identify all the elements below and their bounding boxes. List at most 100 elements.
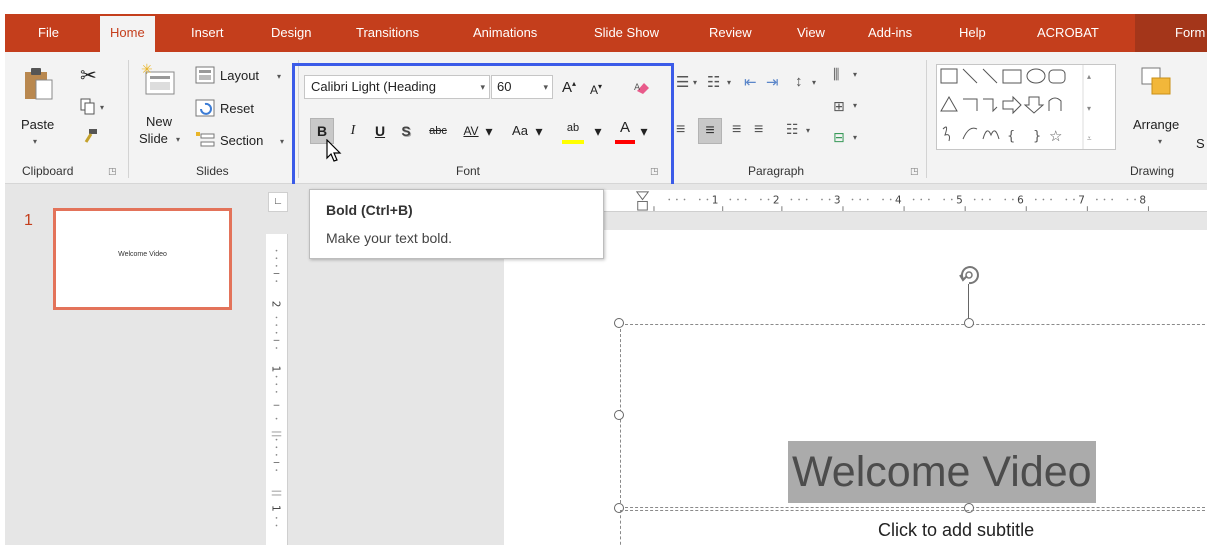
font-group-highlight (292, 63, 674, 190)
section-button[interactable]: Section (220, 133, 263, 148)
bullets-icon[interactable]: ☰ (676, 73, 689, 91)
slide-title-text[interactable]: Welcome Video (788, 441, 1096, 503)
tab-transitions[interactable]: Transitions (356, 14, 419, 52)
quick-styles-button[interactable]: S (1196, 136, 1205, 151)
powerpoint-window: File Home Insert Design Transitions Anim… (0, 0, 1207, 545)
smartart-icon[interactable]: ⊟ (833, 129, 845, 146)
vertical-ruler[interactable]: 2 1 1 (266, 234, 288, 545)
format-painter-icon[interactable] (82, 128, 98, 144)
paste-icon[interactable] (22, 66, 54, 100)
tab-format[interactable]: Form (1135, 14, 1207, 52)
ruler-tick-label: 2 (773, 194, 780, 206)
copy-dropdown-icon[interactable]: ▾ (100, 103, 104, 112)
slides-group-label: Slides (196, 164, 229, 178)
align-center-icon[interactable]: ≡ (698, 118, 722, 144)
new-slide-button-line2[interactable]: Slide (139, 131, 168, 146)
arrange-icon[interactable] (1140, 66, 1174, 98)
layout-icon[interactable] (195, 66, 215, 84)
numbering-icon[interactable]: ☷ (707, 73, 720, 91)
ribbon-tab-bar: File Home Insert Design Transitions Anim… (5, 14, 1207, 52)
tab-selector-icon[interactable]: ∟ (268, 192, 288, 212)
numbering-dropdown-icon[interactable]: ▾ (727, 78, 731, 87)
svg-text:▾: ▾ (1087, 104, 1091, 113)
align-text-icon[interactable]: ⊞ (833, 98, 845, 115)
tab-help[interactable]: Help (959, 14, 986, 52)
columns-dropdown-icon[interactable]: ▾ (806, 126, 810, 135)
tab-add-ins[interactable]: Add-ins (868, 14, 912, 52)
tab-file[interactable]: File (38, 14, 59, 52)
paste-dropdown-icon[interactable]: ▾ (33, 137, 37, 146)
ruler-tick-label: 1 (712, 194, 719, 206)
smartart-dropdown-icon[interactable]: ▾ (853, 133, 857, 142)
tooltip-title: Bold (Ctrl+B) (326, 202, 413, 218)
ruler-tick-label: 8 (1139, 194, 1146, 206)
left-indent-marker-icon[interactable] (637, 200, 648, 211)
copy-icon[interactable] (80, 98, 96, 116)
line-spacing-icon[interactable]: ↕ (795, 73, 803, 90)
resize-handle[interactable] (964, 318, 974, 328)
rotation-stem (968, 284, 969, 318)
text-direction-icon[interactable]: ⫼ (833, 66, 839, 83)
layout-button[interactable]: Layout (220, 68, 259, 83)
layout-dropdown-icon[interactable]: ▾ (277, 72, 281, 81)
reset-button[interactable]: Reset (220, 101, 254, 116)
tab-acrobat[interactable]: ACROBAT (1037, 14, 1099, 52)
svg-text:✳: ✳ (141, 62, 153, 78)
paragraph-group-label: Paragraph (748, 164, 805, 178)
first-line-indent-marker-icon[interactable] (635, 191, 650, 201)
new-slide-icon[interactable]: ✳ (140, 62, 176, 98)
subtitle-placeholder-text[interactable]: Click to add subtitle (878, 520, 1034, 541)
ruler-tick-label: 4 (895, 194, 902, 206)
tab-design[interactable]: Design (271, 14, 311, 52)
drawing-group-label: Drawing (1130, 164, 1175, 178)
text-direction-dropdown-icon[interactable]: ▾ (853, 70, 857, 79)
ruler-tick-label: 5 (956, 194, 963, 206)
resize-handle[interactable] (614, 410, 624, 420)
svg-text:{: { (1007, 129, 1015, 144)
section-icon[interactable] (195, 131, 215, 149)
ruler-tick-label: 7 (1078, 194, 1085, 206)
paste-button[interactable]: Paste (21, 117, 54, 132)
tab-review[interactable]: Review (709, 14, 752, 52)
new-slide-dropdown-icon[interactable]: ▾ (176, 135, 180, 144)
new-slide-button[interactable]: New (146, 114, 172, 129)
tooltip-description: Make your text bold. (326, 230, 453, 246)
increase-indent-icon[interactable]: ⇥ (766, 73, 779, 91)
clipboard-dialog-launcher-icon[interactable]: ◳ (108, 166, 117, 177)
svg-text:☆: ☆ (1049, 127, 1062, 145)
tab-view[interactable]: View (797, 14, 825, 52)
columns-icon[interactable]: ☷ (786, 121, 799, 138)
justify-icon[interactable]: ≡ (754, 121, 763, 139)
svg-text:⩡: ⩡ (1087, 134, 1092, 143)
align-text-dropdown-icon[interactable]: ▾ (853, 101, 857, 110)
resize-handle[interactable] (614, 318, 624, 328)
clipboard-group-label: Clipboard (22, 164, 74, 178)
rotate-handle-icon[interactable] (957, 263, 981, 287)
slide-number: 1 (24, 212, 33, 229)
arrange-button[interactable]: Arrange (1133, 117, 1179, 132)
ruler-tick-label: 1 (270, 505, 282, 512)
line-spacing-dropdown-icon[interactable]: ▾ (812, 78, 816, 87)
decrease-indent-icon[interactable]: ⇤ (744, 73, 757, 91)
svg-text:}: } (1033, 129, 1041, 144)
align-left-icon[interactable]: ≡ (676, 121, 685, 139)
bullets-dropdown-icon[interactable]: ▾ (693, 78, 697, 87)
cut-icon[interactable]: ✂ (80, 63, 97, 88)
ruler-tick-label: 1 (270, 366, 282, 373)
section-dropdown-icon[interactable]: ▾ (280, 137, 284, 146)
ruler-tick-label: 6 (1017, 194, 1024, 206)
reset-icon[interactable] (195, 99, 215, 117)
slide-thumbnail[interactable]: Welcome Video (53, 208, 232, 310)
align-right-icon[interactable]: ≡ (732, 121, 741, 139)
horizontal-ruler[interactable]: 1 2 3 4 5 6 7 8 (604, 190, 1207, 212)
tab-insert[interactable]: Insert (191, 14, 224, 52)
shapes-gallery[interactable]: { } ☆ ▴ ▾ ⩡ (936, 64, 1116, 150)
shapes-gallery-icons: { } ☆ ▴ ▾ ⩡ (940, 65, 1092, 149)
arrange-dropdown-icon[interactable]: ▾ (1158, 137, 1162, 146)
group-divider (128, 60, 129, 178)
tab-slide-show[interactable]: Slide Show (594, 14, 659, 52)
paragraph-dialog-launcher-icon[interactable]: ◳ (910, 166, 919, 177)
tab-home[interactable]: Home (100, 16, 155, 52)
tab-animations[interactable]: Animations (473, 14, 537, 52)
ruler-tick-label: 2 (270, 301, 282, 308)
